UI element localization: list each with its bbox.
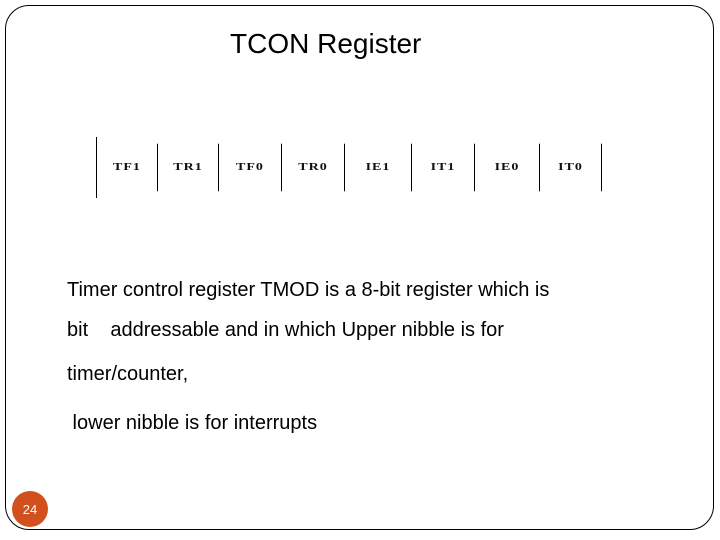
- slide-frame: [5, 5, 714, 530]
- body-text-line-4: lower nibble is for interrupts: [67, 412, 318, 434]
- register-bit-tf0: TF0: [219, 143, 282, 192]
- register-bit-it0: IT0: [540, 143, 602, 192]
- body-text-line-1: Timer control register TMOD is a 8-bit r…: [67, 279, 550, 301]
- register-bit-it1: IT1: [412, 143, 475, 192]
- tcon-register-diagram: TF1 TR1 TF0 TR0 IE1 IT1 IE0 IT0: [96, 137, 602, 198]
- register-bit-ie0: IE0: [475, 143, 540, 192]
- register-bit-tr0: TR0: [282, 143, 345, 192]
- slide-title: TCON Register: [230, 28, 422, 59]
- register-bit-tf1: TF1: [97, 143, 158, 192]
- slide-number-badge: 24: [12, 491, 48, 527]
- register-bit-ie1: IE1: [345, 143, 412, 192]
- register-bit-tr1: TR1: [158, 143, 219, 192]
- body-text-line-3: timer/counter,: [67, 363, 189, 385]
- body-text-line-2: bit addressable and in which Upper nibbl…: [67, 319, 504, 341]
